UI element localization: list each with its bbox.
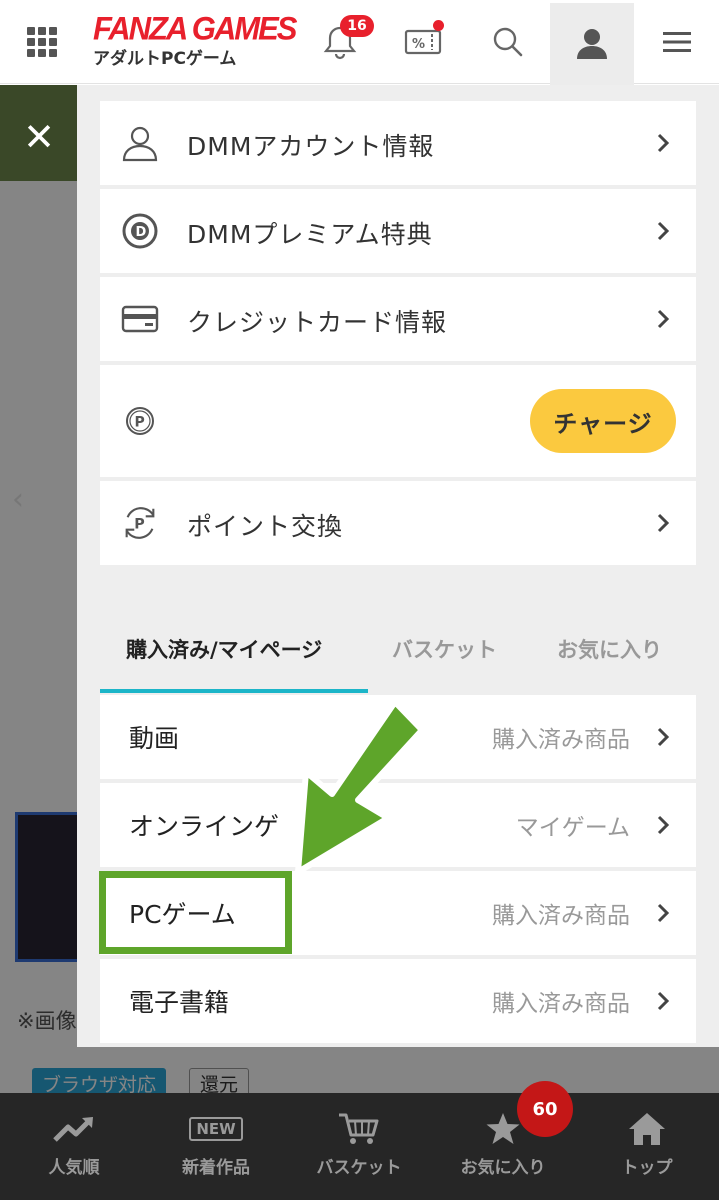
chevron-right-icon (657, 727, 670, 747)
tab-favorites[interactable]: お気に入り (557, 605, 662, 693)
logo-subtitle: アダルトPCゲーム (93, 49, 237, 69)
chevron-right-icon (657, 815, 670, 835)
row-sub: マイゲーム (515, 815, 630, 841)
favorites-count-badge: 60 (517, 1081, 573, 1137)
menu-item-label: クレジットカード情報 (187, 308, 448, 337)
points-card: P チャージ (100, 365, 696, 477)
annotation-highlight-box (99, 871, 292, 954)
close-icon[interactable]: ✕ (20, 118, 58, 156)
menu-item-label: ポイント交換 (187, 512, 344, 541)
nav-label: 新着作品 (182, 1158, 250, 1178)
menu-item-label: DMMアカウント情報 (187, 132, 435, 161)
bottom-nav: 人気順 NEW 新着作品 バスケット お気に入り トップ (0, 1093, 719, 1200)
row-sub: 購入済み商品 (492, 991, 630, 1017)
svg-text:D: D (136, 225, 147, 240)
charge-button[interactable]: チャージ (530, 389, 676, 453)
nav-new-arrivals[interactable]: NEW 新着作品 (144, 1093, 288, 1200)
user-icon[interactable] (550, 3, 634, 85)
tab-purchased-mypage[interactable]: 購入済み/マイページ (126, 605, 322, 693)
chevron-right-icon (657, 903, 670, 923)
row-sub: 購入済み商品 (492, 727, 630, 753)
nav-label: トップ (621, 1158, 673, 1178)
chevron-left-icon: ‹ (12, 482, 24, 517)
svg-text:P: P (134, 517, 144, 533)
credit-card-icon (120, 299, 160, 339)
coupon-new-dot (433, 20, 444, 31)
notification-badge: 16 (340, 15, 374, 37)
logo-text: FANZA GAMES (93, 10, 297, 47)
grid-icon[interactable] (27, 27, 57, 57)
search-icon[interactable] (486, 18, 530, 66)
menu-item-point-exchange[interactable]: P ポイント交換 (100, 481, 696, 565)
chevron-right-icon (657, 309, 670, 329)
svg-text:P: P (135, 415, 145, 431)
row-sub: 購入済み商品 (492, 903, 630, 929)
chevron-right-icon (657, 133, 670, 153)
purchase-row-ebook[interactable]: 電子書籍 購入済み商品 (100, 959, 696, 1043)
nav-basket[interactable]: バスケット (287, 1093, 431, 1200)
annotation-arrow (295, 699, 425, 875)
chevron-right-icon (657, 221, 670, 241)
nav-top[interactable]: トップ (575, 1093, 719, 1200)
chevron-right-icon (657, 991, 670, 1011)
new-badge-icon: NEW (189, 1111, 243, 1147)
trending-icon (52, 1111, 96, 1147)
logo[interactable]: FANZA GAMES アダルトPCゲーム (93, 10, 297, 70)
hamburger-menu-icon[interactable] (655, 18, 699, 66)
nav-popular[interactable]: 人気順 (2, 1093, 146, 1200)
nav-label: 人気順 (48, 1158, 100, 1178)
home-icon (627, 1111, 667, 1147)
nav-label: バスケット (316, 1158, 402, 1178)
dmm-premium-icon: D (120, 211, 160, 251)
row-name: 電子書籍 (129, 988, 230, 1017)
row-name: 動画 (129, 724, 180, 753)
new-icon-text: NEW (189, 1117, 243, 1141)
star-icon (485, 1111, 521, 1147)
menu-item-credit-card[interactable]: クレジットカード情報 (100, 277, 696, 361)
point-icon: P (120, 401, 160, 441)
menu-item-dmm-account[interactable]: DMMアカウント情報 (100, 101, 696, 185)
tab-basket[interactable]: バスケット (392, 605, 497, 693)
svg-text:%: % (412, 37, 425, 52)
menu-item-dmm-premium[interactable]: D DMMプレミアム特典 (100, 189, 696, 273)
app-header: FANZA GAMES アダルトPCゲーム 16 % (0, 0, 719, 85)
menu-item-label: DMMプレミアム特典 (187, 220, 433, 249)
chevron-right-icon (657, 513, 670, 533)
row-name: オンラインゲ (129, 812, 280, 841)
cart-icon (337, 1111, 381, 1147)
person-icon (120, 123, 160, 163)
point-exchange-icon: P (120, 503, 160, 543)
nav-label: お気に入り (460, 1158, 546, 1178)
drawer-tabs: 購入済み/マイページ バスケット お気に入り (100, 605, 696, 693)
